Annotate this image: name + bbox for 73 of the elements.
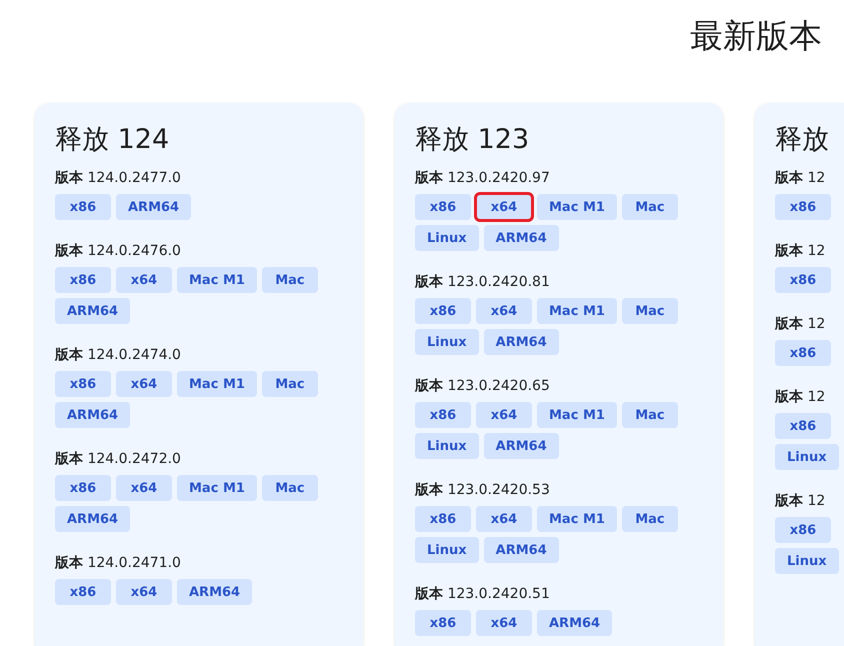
download-link[interactable]: x86 [775,517,831,543]
release-title: 释放 [775,123,830,157]
download-link[interactable]: Mac M1 [537,194,617,220]
download-link[interactable]: Mac [622,298,678,324]
download-link[interactable]: ARM64 [537,610,612,636]
download-link[interactable]: Linux [415,537,479,563]
download-link[interactable]: x64 [116,371,172,397]
version-label: 版本 12 [775,315,826,334]
download-link[interactable]: ARM64 [55,402,130,428]
download-link[interactable]: ARM64 [484,225,559,251]
download-link[interactable]: x64 [116,579,172,605]
download-link[interactable]: x86 [55,475,111,501]
download-link[interactable]: Linux [775,444,839,470]
download-link[interactable]: Mac M1 [177,475,257,501]
version-label: 版本 123.0.2420.81 [415,273,551,292]
release-title: 释放 123 [415,123,530,157]
version-label: 版本 12 [775,492,826,511]
download-link[interactable]: Mac [262,475,318,501]
download-link[interactable]: x86 [775,340,831,366]
version-label: 版本 124.0.2476.0 [55,242,182,261]
download-link[interactable]: x64 [476,402,532,428]
version-label: 版本 123.0.2420.97 [415,169,551,188]
version-label: 版本 12 [775,388,826,407]
download-link[interactable]: ARM64 [484,329,559,355]
download-link[interactable]: Mac M1 [537,298,617,324]
version-label: 版本 123.0.2420.53 [415,481,551,500]
download-link[interactable]: x64 [116,475,172,501]
download-link[interactable]: x86 [55,194,111,220]
download-link[interactable]: ARM64 [55,506,130,532]
download-link[interactable]: x86 [55,371,111,397]
version-label: 版本 124.0.2472.0 [55,450,182,469]
download-link[interactable]: ARM64 [177,579,252,605]
download-link[interactable]: Mac [622,506,678,532]
download-link[interactable]: x86 [55,579,111,605]
download-link[interactable]: Linux [415,225,479,251]
download-link[interactable]: Mac [262,267,318,293]
download-link[interactable]: ARM64 [484,433,559,459]
download-link[interactable]: x86 [775,413,831,439]
download-link[interactable]: x86 [415,402,471,428]
download-link[interactable]: x64 [476,298,532,324]
download-link[interactable]: Mac M1 [537,402,617,428]
download-link[interactable]: x86 [415,506,471,532]
download-link[interactable]: x64 [476,194,532,220]
version-label: 版本 12 [775,242,826,261]
download-link[interactable]: Linux [415,433,479,459]
download-link[interactable]: x86 [55,267,111,293]
download-link[interactable]: Mac [262,371,318,397]
download-link[interactable]: Mac M1 [537,506,617,532]
download-link[interactable]: Linux [775,548,839,574]
version-label: 版本 124.0.2474.0 [55,346,182,365]
release-title: 释放 124 [55,123,170,157]
download-link[interactable]: ARM64 [116,194,192,220]
download-link[interactable]: x86 [415,298,471,324]
version-label: 版本 124.0.2477.0 [55,169,182,188]
download-link[interactable]: x86 [415,610,471,636]
version-label: 版本 12 [775,169,826,188]
download-link[interactable]: Mac [622,402,678,428]
version-label: 版本 124.0.2471.0 [55,554,182,573]
download-link[interactable]: x64 [116,267,172,293]
page-title: 最新版本 [690,15,822,57]
download-link[interactable]: x86 [775,267,831,293]
download-link[interactable]: Mac M1 [177,267,257,293]
version-label: 版本 123.0.2420.51 [415,585,551,604]
download-link[interactable]: ARM64 [484,537,559,563]
download-link[interactable]: Linux [415,329,479,355]
download-link[interactable]: ARM64 [55,298,130,324]
download-link[interactable]: x64 [476,610,532,636]
download-link[interactable]: x86 [775,194,831,220]
version-label: 版本 123.0.2420.65 [415,377,551,396]
download-link[interactable]: x86 [415,194,471,220]
download-link[interactable]: Mac M1 [177,371,257,397]
download-link[interactable]: x64 [476,506,532,532]
download-link[interactable]: Mac [622,194,678,220]
